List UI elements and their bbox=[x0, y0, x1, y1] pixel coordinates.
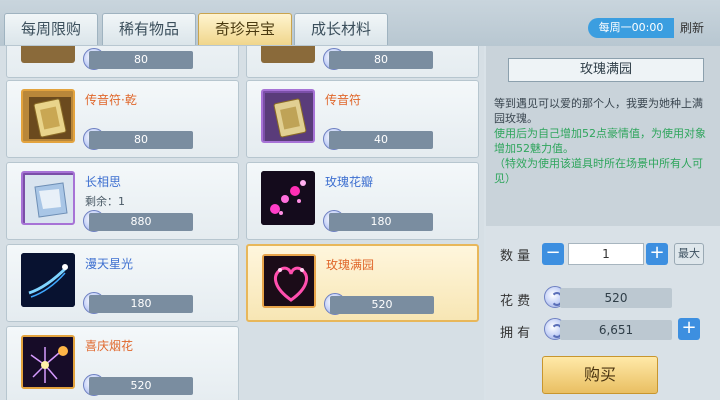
buy-button[interactable]: 购买 bbox=[542, 356, 658, 394]
item-remaining: 剩余：1 bbox=[85, 195, 125, 208]
item-price: 40 bbox=[329, 131, 433, 149]
gold-talisman-icon bbox=[261, 89, 315, 143]
item-description: 等到遇见可以爱的那个人，我要为她种上满园玫瑰。 使用后为自己增加52点豪情值，为… bbox=[494, 96, 712, 186]
item-price: 520 bbox=[89, 377, 193, 395]
item-price: 80 bbox=[89, 51, 193, 69]
description-note: （特效为使用该道具时所在场景中所有人可见） bbox=[494, 157, 703, 185]
gold-talisman-icon bbox=[21, 89, 75, 143]
heart-rose-icon bbox=[262, 254, 316, 308]
rose-petal-icon bbox=[261, 171, 315, 225]
item-card-selected[interactable]: 玫瑰满园 520 bbox=[246, 244, 479, 322]
item-card[interactable]: 漫天星光 180 bbox=[6, 244, 239, 322]
tab-treasures[interactable]: 奇珍异宝 bbox=[198, 13, 292, 45]
item-price: 520 bbox=[330, 296, 434, 314]
add-currency-button[interactable]: + bbox=[678, 318, 700, 340]
quantity-minus-button[interactable]: − bbox=[542, 243, 564, 265]
tab-rare-items[interactable]: 稀有物品 bbox=[102, 13, 196, 45]
item-card[interactable]: 传音符·乾 80 bbox=[6, 80, 239, 158]
item-name: 长相思 bbox=[85, 175, 122, 189]
item-price: 180 bbox=[329, 213, 433, 231]
item-icon bbox=[21, 46, 75, 63]
item-card[interactable]: 喜庆烟花 520 bbox=[6, 326, 239, 400]
silk-pouch-icon bbox=[21, 171, 75, 225]
firework-icon bbox=[21, 335, 75, 389]
item-name: 传音符 bbox=[325, 93, 362, 107]
item-price: 880 bbox=[89, 213, 193, 231]
cost-value: 520 bbox=[560, 288, 672, 308]
description-effect: 使用后为自己增加52点豪情值，为使用对象增加52魅力值。 bbox=[494, 127, 706, 155]
item-price: 80 bbox=[89, 131, 193, 149]
item-card[interactable]: 80 bbox=[246, 46, 479, 78]
cost-label: 花 费 bbox=[500, 294, 531, 309]
item-card[interactable]: 传音符 40 bbox=[246, 80, 479, 158]
item-name: 传音符·乾 bbox=[85, 93, 137, 107]
detail-title: 玫瑰满园 bbox=[508, 58, 704, 82]
quantity-label: 数 量 bbox=[500, 249, 531, 264]
item-name: 喜庆烟花 bbox=[85, 339, 134, 353]
refresh-time-badge: 每周一00:00 bbox=[588, 18, 674, 38]
refresh-label: 刷新 bbox=[680, 21, 705, 35]
item-card[interactable]: 长相思 剩余：1 880 bbox=[6, 162, 239, 240]
item-name: 玫瑰满园 bbox=[326, 258, 375, 272]
item-detail-panel: 玫瑰满园 等到遇见可以爱的那个人，我要为她种上满园玫瑰。 使用后为自己增加52点… bbox=[486, 46, 720, 400]
starlight-icon bbox=[21, 253, 75, 307]
item-card[interactable]: 玫瑰花瓣 180 bbox=[246, 162, 479, 240]
item-name: 玫瑰花瓣 bbox=[325, 175, 374, 189]
quantity-plus-button[interactable]: + bbox=[646, 243, 668, 265]
item-price: 180 bbox=[89, 295, 193, 313]
description-flavor: 等到遇见可以爱的那个人，我要为她种上满园玫瑰。 bbox=[494, 97, 703, 125]
tab-weekly-limit[interactable]: 每周限购 bbox=[4, 13, 98, 45]
quantity-max-button[interactable]: 最大 bbox=[674, 243, 704, 265]
item-list[interactable]: 80 80 传音符·乾 80 传音符 40 长相思 剩余：1 880 玫瑰花瓣 … bbox=[0, 46, 484, 400]
owned-value: 6,651 bbox=[560, 320, 672, 340]
item-icon bbox=[261, 46, 315, 63]
quantity-input[interactable]: 1 bbox=[568, 243, 644, 265]
owned-label: 拥 有 bbox=[500, 326, 531, 341]
item-card[interactable]: 80 bbox=[6, 46, 239, 78]
tab-bar: 每周限购 稀有物品 奇珍异宝 成长材料 每周一00:00 刷新 bbox=[0, 0, 720, 46]
tab-growth-materials[interactable]: 成长材料 bbox=[294, 13, 388, 45]
item-name: 漫天星光 bbox=[85, 257, 134, 271]
item-price: 80 bbox=[329, 51, 433, 69]
